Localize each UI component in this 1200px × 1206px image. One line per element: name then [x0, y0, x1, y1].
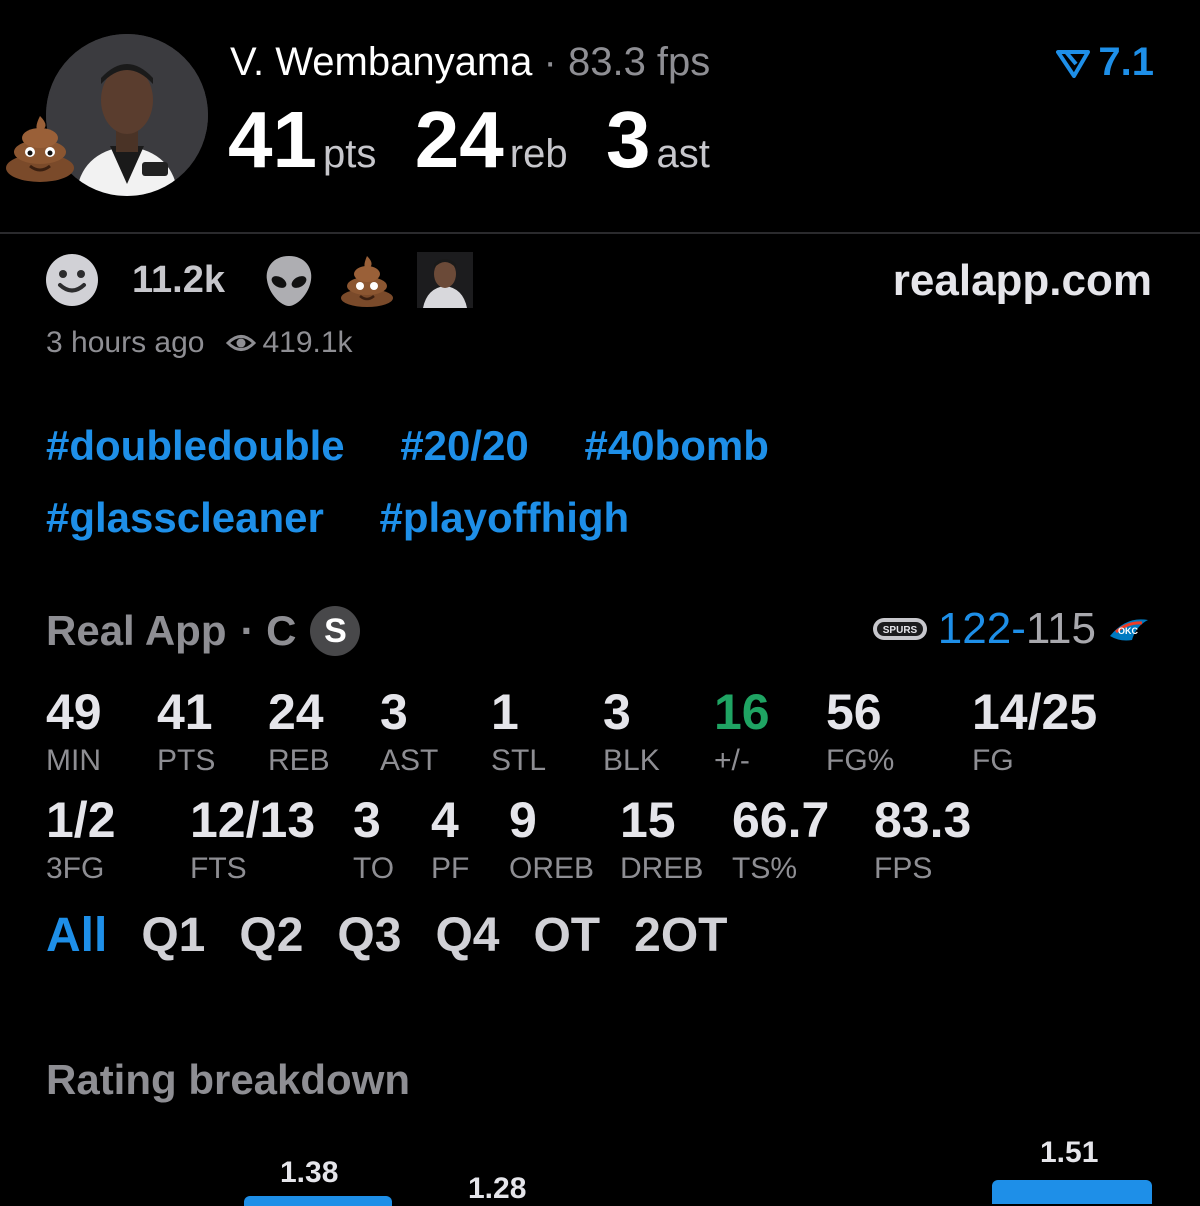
view-count: 419.1k [226, 326, 353, 360]
position-label: · C [240, 607, 297, 654]
player-name[interactable]: V. Wembanyama [230, 40, 532, 84]
tab-q3[interactable]: Q3 [337, 908, 401, 963]
stat-reb: 24 REB [268, 684, 330, 777]
game-score[interactable]: SPURS 122-115 OKC [872, 604, 1152, 654]
stat-min: 49 MIN [46, 684, 102, 777]
stat-fg: 14/25 FG [972, 684, 1098, 777]
okc-logo-icon: OKC [1110, 619, 1148, 641]
brand-link[interactable]: realapp.com [893, 256, 1152, 306]
stat-fts: 12/13 FTS [190, 792, 316, 885]
stat-3fg: 1/2 3FG [46, 792, 116, 885]
svg-text:OKC: OKC [1118, 626, 1139, 636]
poop-emoji-icon [2, 108, 78, 184]
stat-fps: 83.3 FPS [874, 792, 972, 885]
rating-badge[interactable]: 7.1 [1056, 40, 1154, 85]
user-avatar-icon[interactable] [417, 252, 473, 308]
breakdown-value: 1.38 [280, 1156, 339, 1189]
stat-stl: 1 STL [491, 684, 547, 777]
spurs-logo-icon: SPURS [872, 618, 927, 640]
poop-emoji-icon[interactable] [339, 252, 395, 308]
tab-2ot[interactable]: 2OT [634, 908, 727, 963]
breakdown-value: 1.28 [468, 1172, 527, 1205]
ast-value: 3 [606, 95, 651, 184]
tab-q1[interactable]: Q1 [141, 908, 205, 963]
hashtag[interactable]: #glasscleaner [46, 494, 324, 541]
pts-unit: pts [322, 132, 377, 176]
player-name-line: V. Wembanyama · 83.3 fps [230, 40, 710, 85]
post-time: 3 hours ago [46, 326, 205, 359]
tab-q2[interactable]: Q2 [239, 908, 303, 963]
team-score: 122 [937, 604, 1012, 653]
hashtag[interactable]: #20/20 [400, 422, 528, 469]
stat-to: 3 TO [353, 792, 395, 885]
hashtag[interactable]: #doubledouble [46, 422, 345, 469]
header-divider [0, 232, 1200, 234]
hashtag[interactable]: #40bomb [584, 422, 768, 469]
name-separator: · [543, 40, 557, 84]
source-label: Real App [46, 607, 227, 654]
stat-fg-pct: 56 FG% [826, 684, 895, 777]
fps-value: 83.3 fps [567, 40, 711, 84]
breakdown-bar [244, 1196, 392, 1206]
opponent-score: 115 [1025, 604, 1096, 653]
eye-icon [226, 335, 257, 351]
hashtag-row-2: #glasscleaner #playoffhigh [46, 494, 1166, 542]
tab-q4[interactable]: Q4 [435, 908, 499, 963]
view-count-value: 419.1k [262, 326, 353, 359]
stat-oreb: 9 OREB [509, 792, 595, 885]
headline-statline: 41 pts 24 reb 3 ast [228, 94, 744, 186]
stat-pts: 41 PTS [157, 684, 216, 777]
tab-ot[interactable]: OT [533, 908, 600, 963]
rating-breakdown-title: Rating breakdown [46, 1056, 411, 1103]
stat-dreb: 15 DREB [620, 792, 704, 885]
hashtag-row-1: #doubledouble #20/20 #40bomb [46, 422, 1166, 470]
game-info: Real App · C S [46, 606, 361, 656]
starter-badge: S [310, 606, 361, 656]
score-dash: - [1011, 604, 1026, 653]
stat-blk: 3 BLK [603, 684, 660, 777]
stat-pf: 4 PF [431, 792, 470, 885]
reactions-bar: 11.2k [44, 252, 495, 308]
hashtag[interactable]: #playoffhigh [380, 494, 630, 541]
rating-arrow-icon [1056, 49, 1091, 78]
smile-emoji-icon[interactable] [44, 252, 100, 308]
post-meta: 3 hours ago 419.1k [46, 326, 353, 360]
reb-value: 24 [414, 95, 504, 184]
ast-unit: ast [656, 132, 710, 176]
period-tabs: All Q1 Q2 Q3 Q4 OT 2OT [46, 908, 727, 963]
pts-value: 41 [228, 95, 317, 184]
tab-all[interactable]: All [46, 908, 107, 963]
breakdown-value: 1.51 [1040, 1136, 1099, 1169]
reaction-count: 11.2k [132, 258, 225, 301]
stat-plus-minus: 16 +/- [714, 684, 770, 777]
stat-ts-pct: 66.7 TS% [732, 792, 830, 885]
alien-emoji-icon[interactable] [261, 252, 317, 308]
breakdown-bar [992, 1180, 1152, 1204]
reb-unit: reb [509, 132, 568, 176]
rating-value: 7.1 [1098, 40, 1154, 84]
svg-text:SPURS: SPURS [883, 625, 918, 636]
stat-ast: 3 AST [380, 684, 439, 777]
